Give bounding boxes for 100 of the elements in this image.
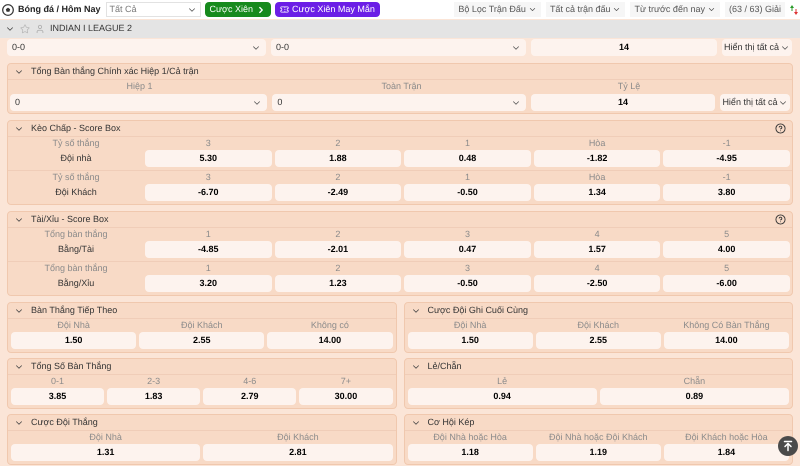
section-title: Kèo Chấp - Score Box — [31, 122, 121, 135]
filter-dropdown[interactable]: Từ trước đến nay — [630, 2, 720, 17]
sport-select[interactable]: Tất Cả — [106, 2, 201, 17]
option-label: Đội Nhà — [56, 318, 91, 332]
odds-cell[interactable]: -4.95 — [663, 150, 790, 167]
option-label: Lẻ — [496, 374, 508, 388]
help-icon[interactable] — [775, 123, 786, 134]
show-all-dropdown[interactable]: Hiển thị tất cả — [720, 94, 790, 111]
column-label: 4 — [594, 228, 601, 241]
parlay-button[interactable]: Cược Xiên — [204, 2, 271, 17]
section-title: Tài/Xỉu - Score Box — [31, 212, 109, 226]
league-header[interactable]: INDIAN I LEAGUE 2 — [0, 20, 800, 38]
option-label: Đội Khách — [576, 318, 620, 332]
odds-cell[interactable]: 3.85 — [11, 388, 104, 405]
odds-cell[interactable]: 4.00 — [663, 241, 790, 258]
odds-cell[interactable]: -6.00 — [663, 275, 790, 292]
odds-cell[interactable]: 2.55 — [139, 332, 264, 349]
favorite-star-icon[interactable] — [20, 24, 30, 34]
odds-cell[interactable]: 1.57 — [534, 241, 660, 258]
section-title: Tổng Bàn thắng Chính xác Hiệp 1/Cả trận — [31, 64, 199, 78]
team-label: Đội nhà — [59, 152, 93, 165]
option-label: Không có — [310, 318, 350, 332]
option-label: Đội Nhà — [88, 430, 123, 444]
ticket-icon — [280, 5, 289, 14]
arrow-up-icon — [782, 440, 794, 452]
odds-cell[interactable]: -1.82 — [534, 150, 660, 167]
odds-cell[interactable]: 14.00 — [664, 332, 790, 349]
section-title: Cược Đội Ghi Cuối Cùng — [428, 304, 528, 317]
odds-cell[interactable]: -0.50 — [404, 184, 531, 201]
filter-dropdown[interactable]: Tất cả trận đấu — [546, 2, 626, 17]
odds-cell[interactable]: 1.19 — [536, 444, 661, 461]
option-label: Không Có Bàn Thắng — [682, 318, 771, 332]
odds-cell[interactable]: 1.34 — [534, 184, 660, 201]
option-label: Đội Nhà hoặc Đội Khách — [548, 430, 649, 444]
odds-cell[interactable]: 0.89 — [600, 388, 789, 405]
column-label: Hòa — [588, 136, 606, 150]
odds-cell[interactable]: 14.00 — [267, 332, 393, 349]
odds-cell[interactable]: 1.50 — [11, 332, 136, 349]
odds-cell[interactable]: 0.48 — [404, 150, 531, 167]
column-label: -1 — [722, 136, 732, 150]
section-title: Tổng Số Bàn Thắng — [31, 360, 112, 373]
odds-cell[interactable]: 30.00 — [299, 388, 392, 405]
odds-cell[interactable]: 14 — [531, 39, 717, 56]
option-label: Đội Nhà — [452, 318, 488, 332]
column-label: 3 — [464, 262, 471, 275]
chevron-down-icon — [528, 5, 537, 14]
odds-cell[interactable]: 2.79 — [203, 388, 296, 405]
sort-icon[interactable] — [790, 4, 798, 16]
odds-cell[interactable]: 1.50 — [408, 332, 533, 349]
odds-cell[interactable]: -0.50 — [404, 275, 531, 292]
back-to-top-button[interactable] — [778, 436, 798, 456]
column-label: 3 — [464, 228, 471, 241]
option-label: Chẵn — [682, 374, 706, 388]
option-label: Đội Khách — [276, 430, 320, 444]
lucky-parlay-button[interactable]: Cược Xiên May Mắn — [274, 2, 380, 17]
option-label: 0-1 — [50, 374, 66, 388]
team-label: Đội Khách — [54, 186, 98, 199]
option-label: Đội Khách — [180, 318, 224, 332]
score-select[interactable]: 0-0 — [271, 39, 526, 56]
odds-cell[interactable]: -2.50 — [534, 275, 660, 292]
column-label: Tỷ Lệ — [616, 80, 642, 94]
chevron-down-icon — [612, 5, 622, 14]
odds-cell[interactable]: 5.30 — [145, 150, 272, 167]
odds-cell[interactable]: 0.47 — [404, 241, 531, 258]
odds-cell[interactable]: -2.49 — [274, 184, 402, 201]
section-title: Bàn Thắng Tiếp Theo — [31, 304, 118, 317]
league-count[interactable]: (63 / 63) Giải — [724, 2, 785, 17]
odds-cell[interactable]: 2.55 — [536, 332, 661, 349]
option-label: Đội Nhà hoặc Hòa — [432, 430, 508, 444]
odds-cell[interactable]: -4.85 — [145, 241, 272, 258]
odds-cell[interactable]: 14 — [530, 94, 716, 111]
row-label: Tỷ số thắng — [51, 136, 101, 150]
odds-cell[interactable]: 1.83 — [107, 388, 200, 405]
odds-cell[interactable]: 1.31 — [11, 444, 200, 461]
column-label: 3 — [204, 136, 212, 150]
section-title: Lẻ/Chẵn — [428, 360, 462, 373]
help-icon[interactable] — [775, 214, 786, 225]
odds-cell[interactable]: -2.01 — [274, 241, 402, 258]
full-time-select[interactable]: 0 — [272, 94, 526, 111]
odds-cell[interactable]: 1.84 — [664, 444, 790, 461]
option-label: Đội Khách hoặc Hòa — [684, 430, 769, 444]
odds-cell[interactable]: -6.70 — [145, 184, 272, 201]
first-half-select[interactable]: 0 — [10, 94, 268, 111]
filter-dropdown[interactable]: Bộ Lọc Trận Đấu — [454, 2, 541, 17]
odds-cell[interactable]: 2.81 — [203, 444, 392, 461]
odds-cell[interactable]: 1.23 — [274, 275, 402, 292]
column-label: 1 — [204, 228, 212, 241]
column-label: -1 — [722, 170, 732, 184]
odds-cell[interactable]: 1.18 — [408, 444, 533, 461]
show-all-dropdown[interactable]: Hiển thị tất cả — [722, 39, 792, 56]
column-label: 2 — [334, 262, 342, 275]
odds-cell[interactable]: 3.80 — [663, 184, 790, 201]
column-label: 5 — [723, 262, 730, 275]
odds-cell[interactable]: 0.94 — [408, 388, 597, 405]
score-select[interactable]: 0-0 — [7, 39, 266, 56]
column-label: 2 — [334, 136, 342, 150]
odds-cell[interactable]: 3.20 — [145, 275, 272, 292]
chevron-down-icon — [706, 5, 716, 14]
odds-cell[interactable]: 1.88 — [274, 150, 402, 167]
team-label: Bằng/Tài — [56, 242, 96, 256]
